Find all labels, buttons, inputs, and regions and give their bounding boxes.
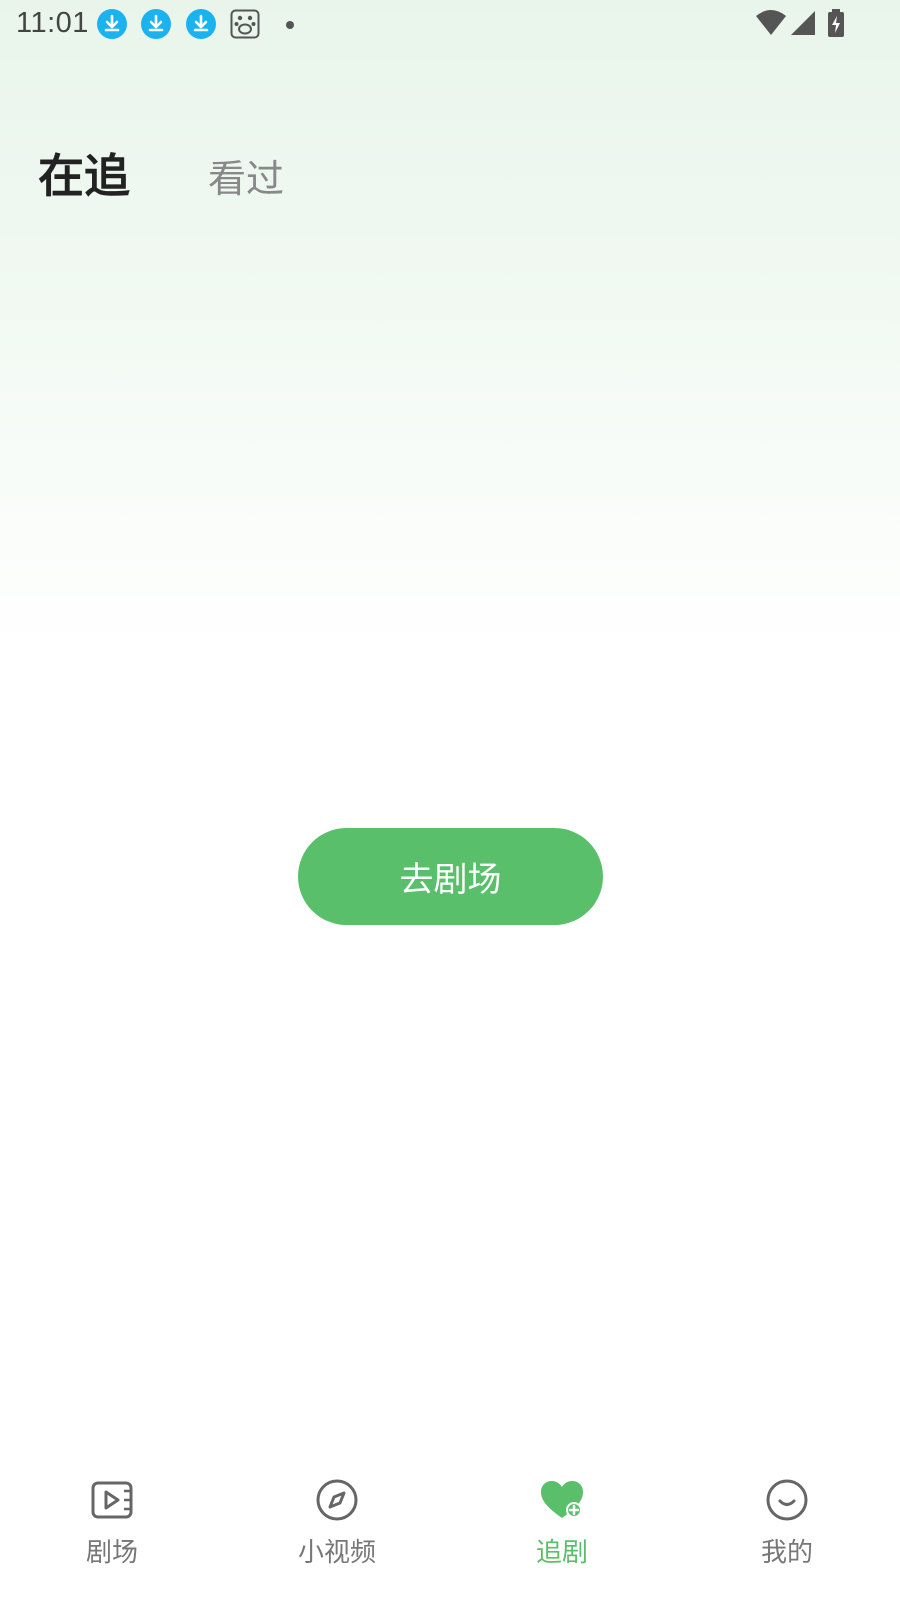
- download-icon: [141, 9, 171, 39]
- wifi-icon: [755, 8, 787, 42]
- heart-plus-icon: [538, 1476, 586, 1524]
- tab-watched[interactable]: 看过: [208, 148, 284, 203]
- nav-item-mine[interactable]: 我的: [707, 1460, 867, 1590]
- nav-label-short-video: 小视频: [297, 1538, 376, 1568]
- screen: 11:01 在追 看过 去剧场 剧场 小视频 追剧 我的: [0, 0, 900, 1600]
- dot-icon: [286, 21, 294, 29]
- go-theater-button[interactable]: 去剧场: [298, 828, 603, 925]
- smile-icon: [763, 1476, 811, 1524]
- status-time: 11:01: [16, 7, 89, 39]
- download-icon: [186, 9, 216, 39]
- status-bar: 11:01: [0, 0, 900, 48]
- signal-icon: [790, 8, 816, 42]
- nav-label-following: 追剧: [535, 1538, 588, 1568]
- nav-item-following[interactable]: 追剧: [482, 1460, 642, 1590]
- nav-item-theater[interactable]: 剧场: [32, 1460, 192, 1590]
- battery-charging-icon: [827, 8, 845, 42]
- top-tabs: 在追 看过: [0, 130, 900, 210]
- bottom-nav: 剧场 小视频 追剧 我的: [0, 1460, 900, 1600]
- compass-icon: [313, 1476, 361, 1524]
- nav-item-short-video[interactable]: 小视频: [257, 1460, 417, 1590]
- download-icon: [97, 9, 127, 39]
- theater-play-icon: [88, 1476, 136, 1524]
- baidu-paw-icon: [230, 9, 260, 39]
- tab-following[interactable]: 在追: [38, 140, 130, 206]
- nav-label-mine: 我的: [760, 1538, 813, 1568]
- nav-label-theater: 剧场: [85, 1538, 138, 1568]
